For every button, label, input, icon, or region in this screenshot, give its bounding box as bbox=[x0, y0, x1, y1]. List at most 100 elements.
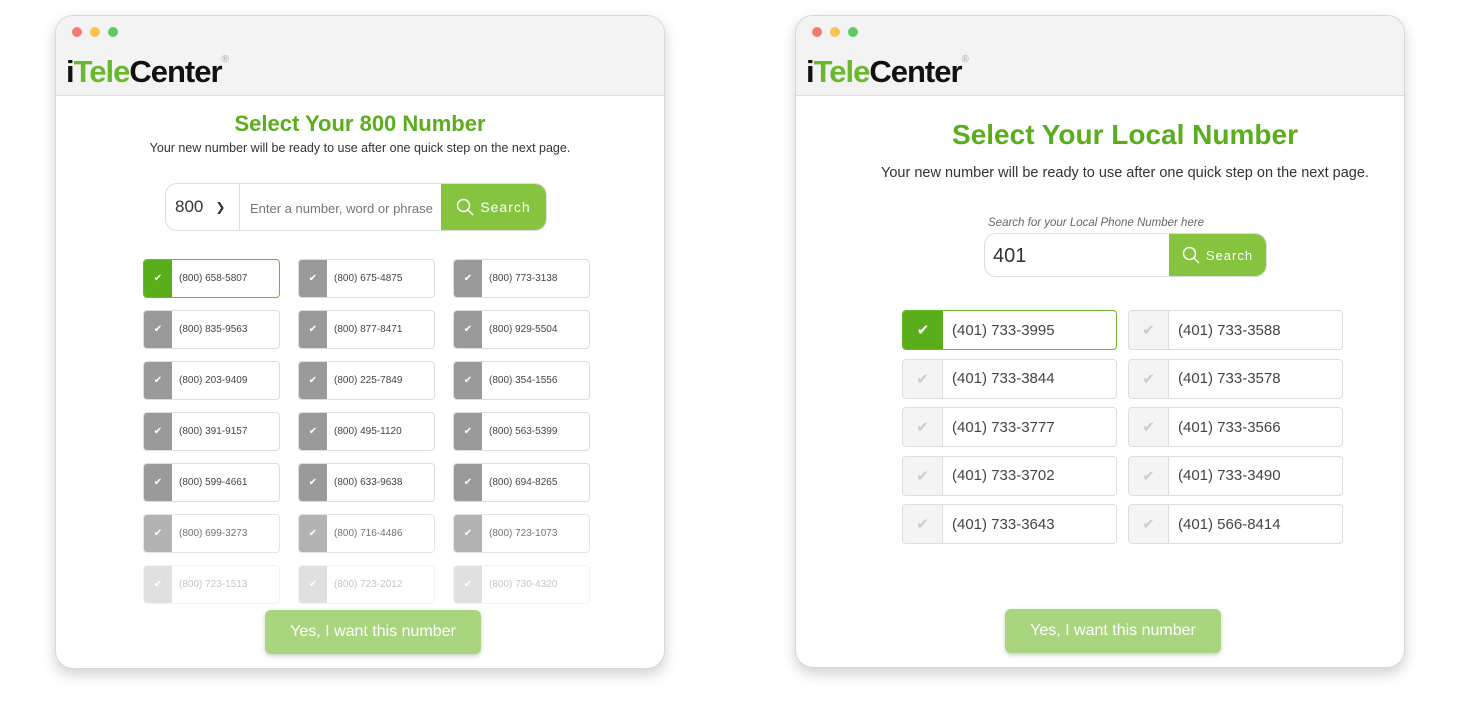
header: iTeleCenter® bbox=[796, 46, 1404, 96]
number-option[interactable]: ✔ (401) 733-3578 bbox=[1128, 358, 1343, 399]
checkmark-icon: ✔ bbox=[903, 359, 943, 398]
checkmark-icon: ✔ bbox=[299, 566, 327, 603]
title-bar bbox=[796, 16, 1404, 46]
search-hint: Search for your Local Phone Number here bbox=[988, 217, 1205, 229]
page-title: Select Your 800 Number bbox=[234, 111, 486, 136]
maximize-dot[interactable] bbox=[108, 27, 118, 37]
search-bar: Search bbox=[984, 233, 1267, 277]
checkmark-icon: ✔ bbox=[903, 408, 943, 446]
search-icon bbox=[457, 198, 474, 216]
number-option[interactable]: ✔ (800) 723-2012 bbox=[298, 565, 435, 604]
number-option[interactable]: ✔ (800) 723-1513 bbox=[143, 565, 280, 604]
phone-number: (800) 877-8471 bbox=[334, 324, 403, 335]
number-option[interactable]: ✔ (800) 730-4320 bbox=[453, 565, 590, 604]
number-option[interactable]: ✔ (401) 733-3702 bbox=[902, 455, 1117, 496]
number-option[interactable]: ✔ (800) 391-9157 bbox=[143, 412, 280, 451]
phone-number: (401) 733-3490 bbox=[1178, 467, 1281, 484]
number-option[interactable]: ✔ (800) 633-9638 bbox=[298, 463, 435, 502]
phone-number: (800) 354-1556 bbox=[489, 375, 558, 386]
confirm-button[interactable]: Yes, I want this number bbox=[265, 610, 481, 654]
close-dot[interactable] bbox=[812, 27, 822, 37]
phone-number: (800) 225-7849 bbox=[334, 375, 403, 386]
phone-number: (401) 733-3643 bbox=[952, 515, 1055, 533]
maximize-dot[interactable] bbox=[848, 27, 858, 37]
checkmark-icon: ✔ bbox=[454, 413, 482, 450]
search-bar: 800❯ Search bbox=[165, 183, 547, 231]
number-option[interactable]: ✔ (401) 733-3643 bbox=[902, 504, 1117, 544]
logo: iTeleCenter® bbox=[66, 54, 229, 89]
search-button[interactable]: Search bbox=[441, 184, 546, 230]
phone-number: (401) 733-3777 bbox=[952, 418, 1055, 436]
number-option[interactable]: ✔ (800) 723-1073 bbox=[453, 514, 590, 553]
header: iTeleCenter® bbox=[56, 46, 664, 96]
number-option[interactable]: ✔ (401) 733-3995 bbox=[902, 310, 1117, 350]
phone-number: (800) 835-9563 bbox=[179, 324, 248, 335]
phone-number: (401) 733-3702 bbox=[952, 467, 1055, 484]
checkmark-icon: ✔ bbox=[1129, 359, 1169, 398]
number-option[interactable]: ✔ (800) 675-4875 bbox=[298, 259, 435, 298]
checkmark-icon: ✔ bbox=[454, 464, 482, 501]
search-icon bbox=[1182, 246, 1200, 264]
phone-number: (800) 723-1513 bbox=[179, 579, 248, 590]
minimize-dot[interactable] bbox=[830, 27, 840, 37]
number-option[interactable]: ✔ (800) 354-1556 bbox=[453, 361, 590, 400]
confirm-button[interactable]: Yes, I want this number bbox=[1005, 609, 1221, 653]
close-dot[interactable] bbox=[72, 27, 82, 37]
search-input[interactable] bbox=[993, 242, 1163, 270]
page-subtitle: Your new number will be ready to use aft… bbox=[149, 141, 571, 155]
number-option[interactable]: ✔ (800) 773-3138 bbox=[453, 259, 590, 298]
toll-free-window: iTeleCenter® Select Your 800 Number Your… bbox=[55, 15, 665, 669]
checkmark-icon: ✔ bbox=[454, 260, 482, 297]
number-option[interactable]: ✔ (800) 835-9563 bbox=[143, 310, 280, 349]
phone-number: (800) 391-9157 bbox=[179, 426, 248, 437]
number-option[interactable]: ✔ (401) 566-8414 bbox=[1128, 504, 1343, 544]
chevron-down-icon: ❯ bbox=[215, 200, 226, 214]
phone-number: (800) 716-4486 bbox=[334, 528, 403, 539]
local-window: iTeleCenter® Select Your Local Number Yo… bbox=[795, 15, 1405, 668]
phone-number: (800) 495-1120 bbox=[334, 426, 402, 437]
phone-number: (800) 723-1073 bbox=[489, 528, 558, 539]
number-option[interactable]: ✔ (800) 225-7849 bbox=[298, 361, 435, 400]
checkmark-icon: ✔ bbox=[144, 464, 172, 501]
number-option[interactable]: ✔ (800) 495-1120 bbox=[298, 412, 435, 451]
number-option[interactable]: ✔ (800) 658-5807 bbox=[143, 259, 280, 298]
checkmark-icon: ✔ bbox=[299, 362, 327, 399]
checkmark-icon: ✔ bbox=[299, 413, 327, 450]
phone-number: (800) 203-9409 bbox=[179, 375, 248, 386]
number-option[interactable]: ✔ (401) 733-3588 bbox=[1128, 310, 1343, 350]
number-option[interactable]: ✔ (401) 733-3490 bbox=[1128, 455, 1343, 496]
phone-number: (800) 929-5504 bbox=[489, 324, 558, 335]
number-option[interactable]: ✔ (800) 694-8265 bbox=[453, 463, 590, 502]
number-option[interactable]: ✔ (800) 877-8471 bbox=[298, 310, 435, 349]
minimize-dot[interactable] bbox=[90, 27, 100, 37]
number-option[interactable]: ✔ (401) 733-3844 bbox=[902, 358, 1117, 399]
checkmark-icon: ✔ bbox=[299, 311, 327, 348]
logo: iTeleCenter® bbox=[806, 54, 969, 89]
phone-number: (401) 733-3844 bbox=[952, 370, 1055, 387]
phone-number: (800) 773-3138 bbox=[489, 273, 558, 284]
phone-number: (800) 658-5807 bbox=[179, 273, 248, 284]
checkmark-icon: ✔ bbox=[144, 362, 172, 399]
number-option[interactable]: ✔ (401) 733-3777 bbox=[902, 407, 1117, 447]
phone-number: (800) 694-8265 bbox=[489, 477, 558, 488]
number-option[interactable]: ✔ (800) 929-5504 bbox=[453, 310, 590, 349]
number-option[interactable]: ✔ (800) 599-4661 bbox=[143, 463, 280, 502]
checkmark-icon: ✔ bbox=[144, 566, 172, 603]
phone-number: (401) 733-3995 bbox=[952, 321, 1055, 339]
phone-number: (401) 733-3588 bbox=[1178, 321, 1281, 339]
number-option[interactable]: ✔ (401) 733-3566 bbox=[1128, 407, 1343, 447]
prefix-select[interactable]: 800 ❯ bbox=[166, 184, 240, 230]
checkmark-icon: ✔ bbox=[144, 311, 172, 348]
checkmark-icon: ✔ bbox=[903, 505, 943, 543]
number-option[interactable]: ✔ (800) 716-4486 bbox=[298, 514, 435, 553]
checkmark-icon: ✔ bbox=[903, 311, 943, 349]
phone-number: (800) 730-4320 bbox=[489, 579, 558, 590]
number-option[interactable]: ✔ (800) 563-5399 bbox=[453, 412, 590, 451]
phone-number: (401) 566-8414 bbox=[1178, 515, 1281, 533]
phone-number: (800) 599-4661 bbox=[179, 477, 248, 488]
search-button[interactable]: Search bbox=[1169, 234, 1266, 276]
search-input[interactable] bbox=[250, 196, 440, 220]
number-option[interactable]: ✔ (800) 699-3273 bbox=[143, 514, 280, 553]
number-option[interactable]: ✔ (800) 203-9409 bbox=[143, 361, 280, 400]
page-title: Select Your Local Number bbox=[952, 119, 1298, 150]
